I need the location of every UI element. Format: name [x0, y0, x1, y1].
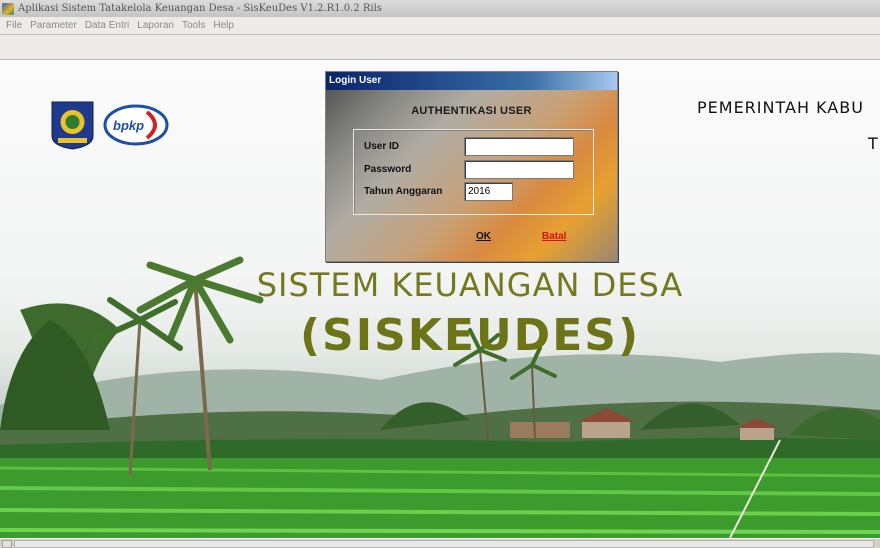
year-label: Tahun Anggaran — [364, 186, 443, 197]
menu-parameter[interactable]: Parameter — [26, 20, 81, 31]
user-id-input[interactable] — [464, 137, 574, 156]
menu-bar: File Parameter Data Entri Laporan Tools … — [0, 17, 880, 35]
year-input[interactable] — [464, 182, 513, 201]
app-abbreviation-title: (SISKEUDES) — [299, 310, 641, 361]
menu-tools[interactable]: Tools — [178, 20, 209, 31]
password-input[interactable] — [464, 160, 574, 179]
government-subtitle: T — [868, 134, 878, 153]
password-label: Password — [364, 164, 412, 175]
window-titlebar: Aplikasi Sistem Tatakelola Keuangan Desa… — [0, 0, 880, 17]
user-id-label: User ID — [364, 141, 400, 152]
government-emblem-logo — [51, 101, 94, 150]
government-title: PEMERINTAH KABU — [697, 98, 864, 117]
scroll-track[interactable] — [14, 540, 874, 548]
login-dialog-titlebar[interactable]: Login User — [326, 72, 617, 90]
horizontal-scrollbar[interactable] — [0, 538, 880, 548]
menu-laporan[interactable]: Laporan — [133, 20, 178, 31]
app-name-title: SISTEM KEUANGAN DESA — [256, 266, 684, 304]
bpkp-logo-text: bpkp — [113, 118, 144, 133]
scroll-left-icon[interactable] — [2, 540, 12, 548]
menu-help[interactable]: Help — [209, 20, 238, 31]
login-heading: AUTHENTIKASI USER — [411, 105, 532, 117]
login-fields-group: User ID Password Tahun Anggaran — [353, 129, 594, 215]
menu-file[interactable]: File — [2, 20, 26, 31]
cancel-button[interactable]: Batal — [542, 231, 566, 242]
app-icon — [2, 2, 14, 15]
bpkp-logo: bpkp — [103, 104, 169, 146]
menu-data-entri[interactable]: Data Entri — [81, 20, 133, 31]
toolbar — [0, 35, 880, 60]
ok-button[interactable]: OK — [476, 231, 491, 242]
window-title: Aplikasi Sistem Tatakelola Keuangan Desa… — [18, 3, 382, 14]
login-dialog: Login User AUTHENTIKASI USER User ID Pas… — [325, 71, 618, 262]
